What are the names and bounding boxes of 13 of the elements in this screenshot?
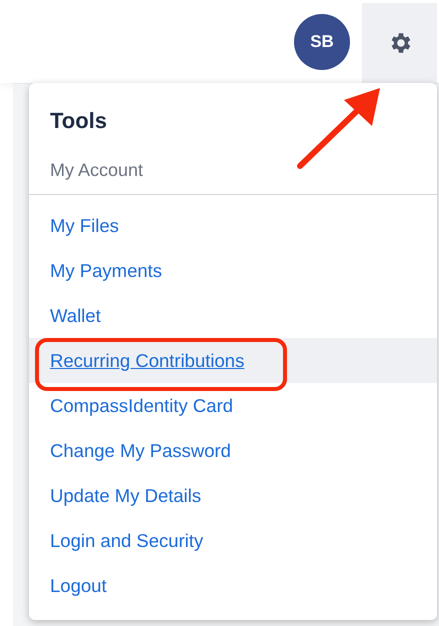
menu-item[interactable]: Update My Details: [29, 473, 437, 518]
settings-button[interactable]: [362, 3, 437, 83]
menu-item[interactable]: Recurring Contributions: [29, 338, 437, 383]
menu-item[interactable]: CompassIdentity Card: [29, 383, 437, 428]
menu-item[interactable]: Logout: [29, 563, 437, 608]
menu-item[interactable]: Wallet: [29, 293, 437, 338]
avatar[interactable]: SB: [294, 14, 350, 70]
menu-title: Tools: [50, 108, 108, 135]
menu-item[interactable]: Change My Password: [29, 428, 437, 473]
menu-item[interactable]: My Files: [29, 203, 437, 248]
menu-item[interactable]: My Payments: [29, 248, 437, 293]
section-heading: My Account: [29, 146, 437, 195]
menu-item[interactable]: Login and Security: [29, 518, 437, 563]
